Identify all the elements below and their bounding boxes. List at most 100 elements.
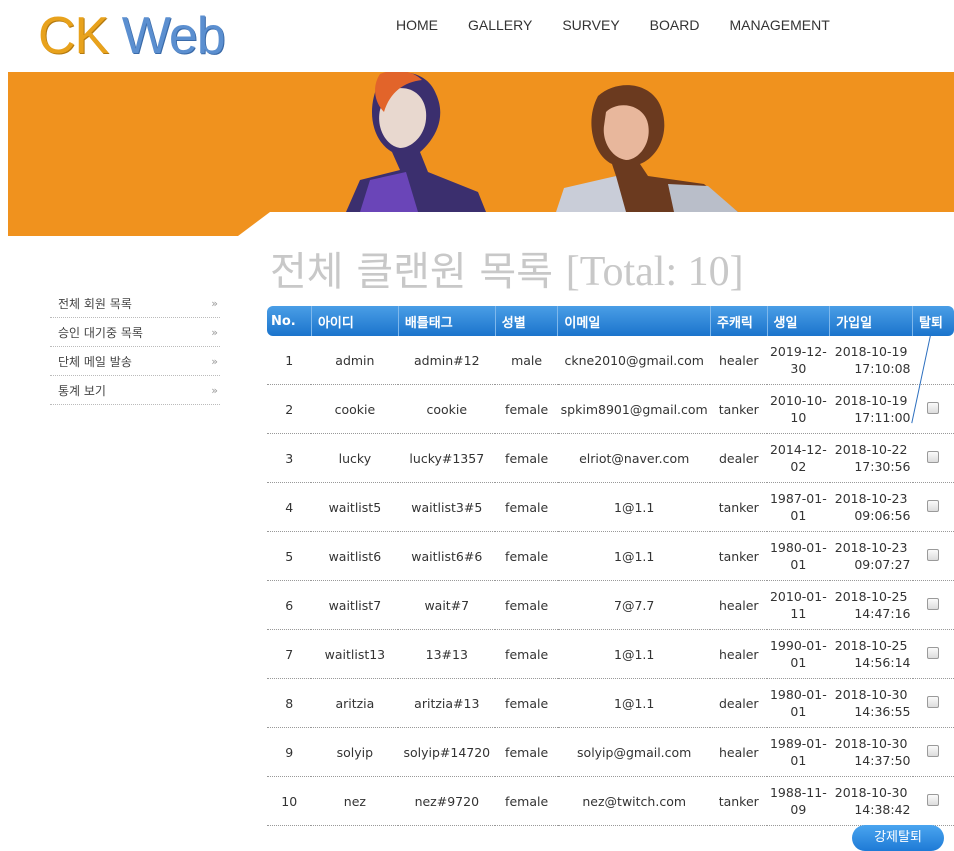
- site-logo[interactable]: CK Web: [38, 6, 225, 66]
- cell-withdraw: [913, 532, 954, 581]
- cell-email: 1@1.1: [558, 483, 711, 532]
- table-row: 6waitlist7wait#7female7@7.7healer2010-01…: [267, 581, 954, 630]
- cell-no: 9: [267, 728, 311, 777]
- withdraw-checkbox[interactable]: [927, 451, 939, 463]
- cell-withdraw: [913, 679, 954, 728]
- col-header-main: 주캐릭: [710, 306, 767, 336]
- nav-board[interactable]: BOARD: [650, 17, 700, 33]
- cell-id: waitlist6: [311, 532, 398, 581]
- cell-main: tanker: [710, 483, 767, 532]
- chevron-right-icon: »: [211, 355, 220, 368]
- nav-management[interactable]: MANAGEMENT: [729, 17, 829, 33]
- hero-banner: [8, 72, 954, 236]
- table-body: 1adminadmin#12maleckne2010@gmail.comheal…: [267, 336, 954, 826]
- withdraw-checkbox[interactable]: [927, 549, 939, 561]
- cell-withdraw: [913, 483, 954, 532]
- joined-time: 17:10:08: [832, 360, 911, 377]
- cell-gender: female: [495, 728, 558, 777]
- cell-gender: male: [495, 336, 558, 385]
- withdraw-checkbox[interactable]: [927, 598, 939, 610]
- col-header-battletag: 배틀태그: [398, 306, 495, 336]
- cell-main: dealer: [710, 679, 767, 728]
- cell-gender: female: [495, 630, 558, 679]
- withdraw-checkbox[interactable]: [927, 500, 939, 512]
- cell-birthday: 2010-01-11: [767, 581, 830, 630]
- joined-time: 14:37:50: [832, 752, 911, 769]
- cell-withdraw: [913, 777, 954, 826]
- birthday-line1: 1980-01-: [769, 539, 828, 556]
- cell-gender: female: [495, 581, 558, 630]
- cell-no: 7: [267, 630, 311, 679]
- logo-web: Web: [122, 7, 225, 65]
- col-header-gender: 성별: [495, 306, 558, 336]
- withdraw-checkbox[interactable]: [927, 402, 939, 414]
- birthday-line1: 2019-12-: [769, 343, 828, 360]
- sidebar-item-label: 전체 회원 목록: [58, 295, 132, 312]
- cell-withdraw: [913, 336, 954, 385]
- cell-no: 6: [267, 581, 311, 630]
- withdraw-checkbox[interactable]: [927, 696, 939, 708]
- cell-joined: 2018-10-3014:36:55: [830, 679, 913, 728]
- cell-main: healer: [710, 581, 767, 630]
- birthday-line2: 01: [769, 752, 828, 769]
- birthday-line1: 2010-01-: [769, 588, 828, 605]
- birthday-line1: 1990-01-: [769, 637, 828, 654]
- cell-battletag: nez#9720: [398, 777, 495, 826]
- cell-id: solyip: [311, 728, 398, 777]
- cell-joined: 2018-10-3014:38:42: [830, 777, 913, 826]
- cell-battletag: waitlist3#5: [398, 483, 495, 532]
- joined-date: 2018-10-19: [832, 392, 911, 409]
- col-header-birthday: 생일: [767, 306, 830, 336]
- cell-gender: female: [495, 777, 558, 826]
- nav-survey[interactable]: SURVEY: [562, 17, 619, 33]
- nav-home[interactable]: HOME: [396, 17, 438, 33]
- cell-main: tanker: [710, 777, 767, 826]
- cell-joined: 2018-10-1917:10:08: [830, 336, 913, 385]
- cell-birthday: 2019-12-30: [767, 336, 830, 385]
- sidebar-item-stats[interactable]: 통계 보기 »: [50, 376, 220, 405]
- withdraw-checkbox[interactable]: [927, 647, 939, 659]
- joined-date: 2018-10-22: [832, 441, 911, 458]
- sidebar-item-all-members[interactable]: 전체 회원 목록 »: [50, 289, 220, 318]
- cell-joined: 2018-10-3014:37:50: [830, 728, 913, 777]
- sidebar-item-group-mail[interactable]: 단체 메일 발송 »: [50, 347, 220, 376]
- cell-id: admin: [311, 336, 398, 385]
- birthday-line2: 02: [769, 458, 828, 475]
- joined-date: 2018-10-30: [832, 735, 911, 752]
- cell-email: 1@1.1: [558, 679, 711, 728]
- cell-joined: 2018-10-2309:07:27: [830, 532, 913, 581]
- col-header-id: 아이디: [311, 306, 398, 336]
- col-header-no: No.: [267, 306, 311, 336]
- joined-date: 2018-10-19: [832, 343, 911, 360]
- cell-birthday: 1980-01-01: [767, 532, 830, 581]
- cell-no: 3: [267, 434, 311, 483]
- cell-no: 5: [267, 532, 311, 581]
- cell-no: 8: [267, 679, 311, 728]
- cell-id: waitlist7: [311, 581, 398, 630]
- sidebar-item-pending[interactable]: 승인 대기중 목록 »: [50, 318, 220, 347]
- cell-joined: 2018-10-2514:56:14: [830, 630, 913, 679]
- table-header-row: No. 아이디 배틀태그 성별 이메일 주캐릭 생일 가입일 탈퇴: [267, 306, 954, 336]
- force-withdraw-button[interactable]: 강제탈퇴: [852, 825, 944, 851]
- table-row: 8aritziaaritzia#13female1@1.1dealer1980-…: [267, 679, 954, 728]
- cell-no: 10: [267, 777, 311, 826]
- cell-email: ckne2010@gmail.com: [558, 336, 711, 385]
- cell-joined: 2018-10-2309:06:56: [830, 483, 913, 532]
- joined-date: 2018-10-25: [832, 588, 911, 605]
- cell-email: spkim8901@gmail.com: [558, 385, 711, 434]
- sidebar-item-label: 승인 대기중 목록: [58, 324, 143, 341]
- cell-battletag: 13#13: [398, 630, 495, 679]
- cell-email: elriot@naver.com: [558, 434, 711, 483]
- cell-battletag: solyip#14720: [398, 728, 495, 777]
- cell-main: healer: [710, 630, 767, 679]
- withdraw-checkbox[interactable]: [927, 745, 939, 757]
- withdraw-checkbox[interactable]: [927, 794, 939, 806]
- birthday-line2: 10: [769, 409, 828, 426]
- cell-main: tanker: [710, 385, 767, 434]
- table-row: 4waitlist5waitlist3#5female1@1.1tanker19…: [267, 483, 954, 532]
- birthday-line2: 30: [769, 360, 828, 377]
- col-header-joined: 가입일: [830, 306, 913, 336]
- birthday-line1: 1987-01-: [769, 490, 828, 507]
- cell-main: healer: [710, 728, 767, 777]
- nav-gallery[interactable]: GALLERY: [468, 17, 532, 33]
